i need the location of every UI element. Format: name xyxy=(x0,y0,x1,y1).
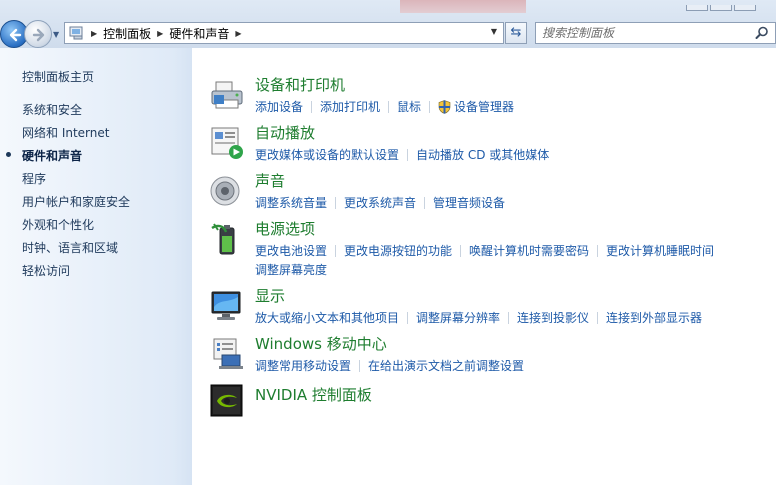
link-divider xyxy=(597,312,599,324)
refresh-icon: ⇆ xyxy=(510,25,522,40)
change-sleep-time-link[interactable]: 更改计算机睡眠时间 xyxy=(606,244,714,258)
minimize-button[interactable] xyxy=(686,5,708,11)
connect-external-display-link[interactable]: 连接到外部显示器 xyxy=(606,311,702,325)
arrow-right-icon xyxy=(32,28,45,42)
category-title[interactable]: 显示 xyxy=(255,285,285,306)
breadcrumb-control-panel[interactable]: 控制面板 xyxy=(103,25,151,42)
battery-icon[interactable] xyxy=(210,222,244,256)
link-divider xyxy=(424,197,426,209)
address-bar[interactable]: ▶ 控制面板 ▶ 硬件和声音 ▶ ▼ xyxy=(64,22,504,44)
link-divider xyxy=(407,312,409,324)
autoplay-cd-link[interactable]: 自动播放 CD 或其他媒体 xyxy=(416,148,549,162)
require-password-on-wake-link[interactable]: 唤醒计算机时需要密码 xyxy=(469,244,589,258)
change-system-sounds-link[interactable]: 更改系统声音 xyxy=(344,196,416,210)
manage-audio-devices-link[interactable]: 管理音频设备 xyxy=(433,196,505,210)
speaker-icon[interactable] xyxy=(210,174,244,208)
autoplay-icon[interactable] xyxy=(210,126,244,160)
control-panel-icon xyxy=(69,26,83,40)
sidebar-item-hardware-sound[interactable]: 硬件和声音 xyxy=(22,147,82,164)
add-printer-link[interactable]: 添加打印机 xyxy=(320,100,380,114)
adjust-mobility-settings-link[interactable]: 调整常用移动设置 xyxy=(255,359,351,373)
refresh-button[interactable]: ⇆ xyxy=(505,22,527,44)
nvidia-icon[interactable] xyxy=(210,384,244,418)
category-title[interactable]: 电源选项 xyxy=(255,218,315,239)
mouse-link[interactable]: 鼠标 xyxy=(397,100,421,114)
change-default-media-settings-link[interactable]: 更改媒体或设备的默认设置 xyxy=(255,148,399,162)
make-text-larger-smaller-link[interactable]: 放大或缩小文本和其他项目 xyxy=(255,311,399,325)
link-divider xyxy=(335,197,337,209)
sidebar-item-appearance[interactable]: 外观和个性化 xyxy=(22,216,94,233)
category-title[interactable]: Windows 移动中心 xyxy=(255,333,387,354)
category-links-second-row: 调整屏幕亮度 xyxy=(255,261,327,278)
category-links: 放大或缩小文本和其他项目 调整屏幕分辨率 连接到投影仪 连接到外部显示器 xyxy=(255,309,702,326)
category-title[interactable]: 自动播放 xyxy=(255,122,315,143)
category-links: 调整系统音量 更改系统声音 管理音频设备 xyxy=(255,194,505,211)
link-divider xyxy=(311,101,313,113)
adjust-volume-link[interactable]: 调整系统音量 xyxy=(255,196,327,210)
printer-icon[interactable] xyxy=(210,78,244,112)
link-divider xyxy=(388,101,390,113)
background-window-peek xyxy=(400,0,526,13)
category-title[interactable]: NVIDIA 控制面板 xyxy=(255,384,372,405)
sidebar-item-user-accounts[interactable]: 用户帐户和家庭安全 xyxy=(22,193,130,210)
category-links: 调整常用移动设置 在给出演示文档之前调整设置 xyxy=(255,357,524,374)
link-divider xyxy=(335,245,337,257)
sidebar-item-clock-language-region[interactable]: 时钟、语言和区域 xyxy=(22,239,118,256)
sidebar-item-ease-of-access[interactable]: 轻松访问 xyxy=(22,262,70,279)
category-title[interactable]: 声音 xyxy=(255,170,285,191)
link-divider xyxy=(359,360,361,372)
search-icon[interactable] xyxy=(755,26,769,40)
recent-pages-dropdown[interactable]: ▼ xyxy=(53,30,59,39)
link-divider xyxy=(597,245,599,257)
address-toolbar: ▼ ▶ 控制面板 ▶ 硬件和声音 ▶ ▼ ⇆ xyxy=(0,0,776,48)
add-device-link[interactable]: 添加设备 xyxy=(255,100,303,114)
link-divider xyxy=(460,245,462,257)
forward-button[interactable] xyxy=(24,20,52,48)
link-divider xyxy=(508,312,510,324)
sidebar-item-programs[interactable]: 程序 xyxy=(22,170,46,187)
adjust-presentation-settings-link[interactable]: 在给出演示文档之前调整设置 xyxy=(368,359,524,373)
category-links: 更改媒体或设备的默认设置 自动播放 CD 或其他媒体 xyxy=(255,146,549,163)
breadcrumb-separator[interactable]: ▶ xyxy=(91,29,97,38)
monitor-icon[interactable] xyxy=(210,289,244,323)
breadcrumb-separator[interactable]: ▶ xyxy=(235,29,241,38)
search-input[interactable] xyxy=(542,23,752,43)
link-divider xyxy=(407,149,409,161)
address-dropdown[interactable]: ▼ xyxy=(491,27,497,36)
arrow-left-icon xyxy=(9,28,22,42)
category-title[interactable]: 设备和打印机 xyxy=(255,74,345,95)
sidebar-item-network-internet[interactable]: 网络和 Internet xyxy=(22,124,109,141)
current-item-bullet xyxy=(6,152,11,157)
connect-projector-link[interactable]: 连接到投影仪 xyxy=(517,311,589,325)
maximize-button[interactable] xyxy=(710,5,732,11)
sidebar-item-system-security[interactable]: 系统和安全 xyxy=(22,101,82,118)
change-power-buttons-link[interactable]: 更改电源按钮的功能 xyxy=(344,244,452,258)
category-links: 添加设备 添加打印机 鼠标 设备管理器 xyxy=(255,98,514,115)
change-battery-settings-link[interactable]: 更改电池设置 xyxy=(255,244,327,258)
navigation-pane: 控制面板主页 系统和安全 网络和 Internet 硬件和声音 程序 用户帐户和… xyxy=(0,48,192,485)
control-panel-home-link[interactable]: 控制面板主页 xyxy=(22,68,94,85)
breadcrumb-hardware-sound[interactable]: 硬件和声音 xyxy=(169,25,229,42)
category-links: 更改电池设置 更改电源按钮的功能 唤醒计算机时需要密码 更改计算机睡眠时间 xyxy=(255,242,714,259)
window-buttons xyxy=(684,0,758,11)
adjust-screen-brightness-link[interactable]: 调整屏幕亮度 xyxy=(255,263,327,277)
breadcrumb-separator[interactable]: ▶ xyxy=(157,29,163,38)
search-box[interactable] xyxy=(535,22,776,44)
close-button[interactable] xyxy=(734,5,756,11)
main-content: 设备和打印机 添加设备 添加打印机 鼠标 设备管理器 自动播放 更改媒体或设备的默认设… xyxy=(192,48,776,485)
uac-shield-icon xyxy=(438,100,451,114)
adjust-resolution-link[interactable]: 调整屏幕分辨率 xyxy=(416,311,500,325)
device-manager-link[interactable]: 设备管理器 xyxy=(454,100,514,114)
link-divider xyxy=(429,101,431,113)
mobility-center-icon[interactable] xyxy=(210,337,244,371)
